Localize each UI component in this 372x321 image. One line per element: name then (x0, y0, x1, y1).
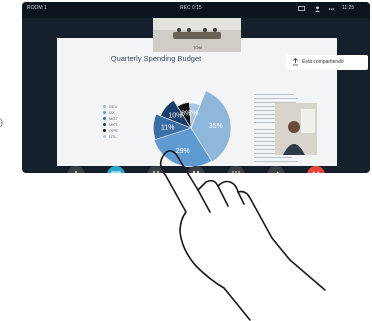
sharing-label: Está compartiendo (302, 59, 344, 65)
status-time: 11:25 (342, 5, 355, 11)
legend-label: UX (109, 110, 115, 115)
remote-video[interactable]: TOM (153, 18, 241, 52)
pie-data-label: 7% (188, 110, 198, 117)
screen-icon[interactable] (298, 6, 305, 12)
add-button-circle[interactable] (67, 166, 85, 173)
more-icon[interactable] (328, 6, 335, 12)
legend-swatch (103, 135, 106, 138)
legend-swatch (103, 129, 106, 132)
remote-video-label: TOM (193, 45, 202, 50)
sharing-indicator[interactable]: Está compartiendo (286, 55, 368, 70)
legend-label: DEV (109, 104, 118, 109)
legend-label: MGT (109, 116, 118, 121)
status-room-label: ROOM 1 (27, 5, 47, 11)
upload-icon (293, 58, 298, 66)
status-bar: ROOM 1 REC 0:15 11:25 (22, 2, 370, 18)
legend-label: MKT (109, 122, 118, 127)
legend-item: UTL (103, 134, 143, 140)
legend-label: OPS (109, 128, 118, 133)
stop-sharing-button-circle[interactable] (107, 166, 125, 173)
hand-gesture-illustration (159, 150, 326, 321)
legend-swatch (103, 123, 106, 126)
share-icon (111, 171, 121, 173)
legend-swatch (103, 105, 106, 108)
plus-icon (75, 171, 77, 173)
legend-swatch (103, 111, 106, 114)
person-icon[interactable] (314, 6, 321, 12)
edge-mark: ) (0, 117, 3, 127)
legend-label: UTL (109, 134, 117, 139)
status-recording-label: REC 0:15 (180, 5, 202, 11)
slide-title: Quarterly Spending Budget (110, 54, 202, 63)
legend-swatch (103, 117, 106, 120)
